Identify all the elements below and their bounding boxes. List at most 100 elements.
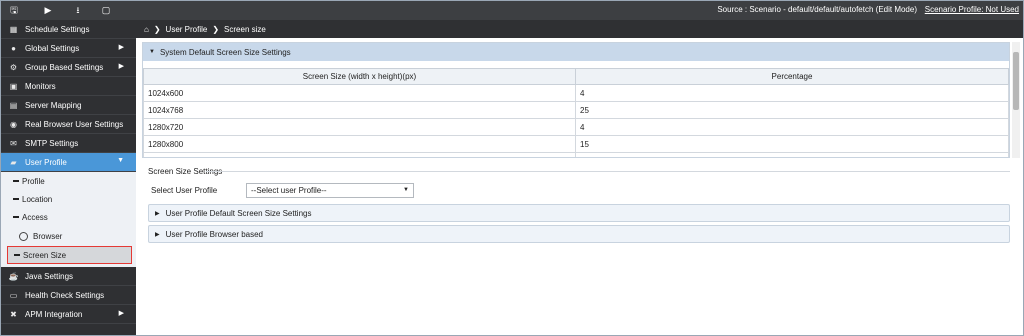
dash-icon bbox=[13, 180, 19, 182]
dash-icon bbox=[14, 254, 20, 256]
table-cell: 1280x800 bbox=[143, 135, 576, 153]
accordion-label: User Profile Browser based bbox=[165, 229, 263, 239]
user-profile-submenu: Profile Location Access Browser Screen S… bbox=[1, 172, 136, 267]
divider bbox=[206, 171, 1010, 172]
default-screen-size-panel: ▼ System Default Screen Size Settings Sc… bbox=[142, 42, 1010, 158]
app-window: 🖫 ▶ ⭳ ▢ Source : Scenario - default/defa… bbox=[0, 0, 1024, 336]
chevron-right-icon: ❯ bbox=[153, 24, 161, 34]
sidebar-item-server-mapping[interactable]: ▤ Server Mapping bbox=[1, 96, 136, 115]
table-row[interactable]: 1024x768 25 bbox=[143, 101, 1009, 119]
submenu-item-access[interactable]: Access bbox=[1, 208, 136, 226]
sidebar-item-schedule-settings[interactable]: ▦ Schedule Settings bbox=[1, 20, 136, 39]
save-icon[interactable]: 🖫 bbox=[7, 4, 21, 17]
balloon-icon: ● bbox=[11, 43, 16, 53]
table-cell: 15 bbox=[575, 135, 1009, 153]
accordion-default-screen-size[interactable]: ▶ User Profile Default Screen Size Setti… bbox=[148, 204, 1010, 222]
sidebar-item-label: Real Browser User Settings bbox=[25, 119, 124, 129]
column-header[interactable]: Screen Size (width x height)(px) bbox=[143, 68, 576, 85]
sidebar-item-health-check-settings[interactable]: ▭ Health Check Settings bbox=[1, 286, 136, 305]
table-row[interactable]: 1280x800 15 bbox=[143, 135, 1009, 153]
sidebar-item-label: Health Check Settings bbox=[25, 290, 105, 300]
play-icon[interactable]: ▶ bbox=[41, 4, 55, 17]
breadcrumb-item[interactable]: User Profile bbox=[166, 25, 208, 34]
table-cell: 4 bbox=[575, 84, 1009, 102]
submenu-item-label: Profile bbox=[22, 176, 45, 186]
calendar-icon: ▦ bbox=[9, 24, 18, 34]
submenu-item-location[interactable]: Location bbox=[1, 190, 136, 208]
table-cell: 4 bbox=[575, 118, 1009, 136]
download-icon[interactable]: ⭳ bbox=[71, 4, 85, 17]
mail-icon: ✉ bbox=[10, 138, 17, 148]
sidebar-item-monitors[interactable]: ▣ Monitors bbox=[1, 77, 136, 96]
column-header[interactable]: Percentage bbox=[575, 68, 1009, 85]
scrollbar-thumb[interactable] bbox=[1013, 52, 1019, 110]
accordion-browser-based[interactable]: ▶ User Profile Browser based bbox=[148, 225, 1010, 243]
main-content: ▼ System Default Screen Size Settings Sc… bbox=[136, 38, 1023, 335]
breadcrumb: ⌂ ❯ User Profile ❯ Screen size bbox=[136, 20, 1023, 38]
chevron-right-icon: ▶ bbox=[118, 63, 124, 70]
table-cell: 25 bbox=[575, 101, 1009, 119]
folder-icon: ▰ bbox=[10, 157, 17, 167]
sidebar-item-label: User Profile bbox=[25, 157, 67, 167]
sidebar-item-global-settings[interactable]: ● Global Settings ▶ bbox=[1, 39, 136, 58]
breadcrumb-item-current: Screen size bbox=[224, 24, 266, 34]
sidebar-item-group-based-settings[interactable]: ⚙ Group Based Settings ▶ bbox=[1, 58, 136, 77]
sidebar-item-label: Server Mapping bbox=[25, 100, 82, 110]
table-row[interactable]: 1280x720 4 bbox=[143, 118, 1009, 136]
chevron-right-icon: ▶ bbox=[118, 44, 124, 51]
health-monitor-icon: ▭ bbox=[9, 290, 18, 300]
source-text: Source : Scenario - default/default/auto… bbox=[717, 5, 917, 14]
sidebar-item-user-profile[interactable]: ▰ User Profile ▼ bbox=[1, 153, 136, 172]
note-icon[interactable]: ▢ bbox=[99, 4, 113, 17]
coffee-icon: ☕ bbox=[8, 271, 19, 281]
dash-icon bbox=[13, 216, 19, 218]
triangle-right-icon: ▶ bbox=[155, 210, 160, 217]
sidebar-item-label: APM Integration bbox=[25, 309, 83, 319]
table-cell: 10 bbox=[575, 152, 1009, 157]
tools-icon: ✖ bbox=[10, 309, 17, 319]
gear-icon: ⚙ bbox=[9, 62, 18, 72]
sidebar-item-label: Schedule Settings bbox=[25, 24, 90, 34]
sidebar-item-smtp-settings[interactable]: ✉ SMTP Settings bbox=[1, 134, 136, 153]
table-row[interactable]: 1024x600 4 bbox=[143, 84, 1009, 102]
submenu-item-profile[interactable]: Profile bbox=[1, 172, 136, 190]
sidebar-item-label: Monitors bbox=[25, 81, 56, 91]
submenu-item-label: Screen Size bbox=[23, 250, 67, 260]
table-cell: 1024x600 bbox=[143, 84, 576, 102]
user-profile-select[interactable]: --Select user Profile-- ▼ bbox=[246, 183, 414, 198]
submenu-item-label: Location bbox=[22, 194, 53, 204]
sidebar-item-apm-integration[interactable]: ✖ APM Integration ▶ bbox=[1, 305, 136, 324]
monitor-icon: ▣ bbox=[9, 81, 18, 91]
chevron-right-icon: ▶ bbox=[118, 310, 124, 317]
top-toolbar: 🖫 ▶ ⭳ ▢ Source : Scenario - default/defa… bbox=[1, 1, 1023, 20]
triangle-down-icon: ▼ bbox=[149, 49, 155, 55]
sidebar-item-label: Java Settings bbox=[25, 271, 74, 281]
scenario-profile-link[interactable]: Scenario Profile: Not Used bbox=[925, 5, 1019, 14]
server-icon: ▤ bbox=[9, 100, 18, 110]
table-cell: 1024x768 bbox=[143, 101, 576, 119]
sidebar-item-label: SMTP Settings bbox=[25, 138, 79, 148]
sidebar-item-label: Global Settings bbox=[25, 43, 80, 53]
select-value: --Select user Profile-- bbox=[251, 186, 327, 195]
balloon-icon bbox=[19, 231, 28, 241]
table-cell: 1280x720 bbox=[143, 118, 576, 136]
vertical-scrollbar[interactable] bbox=[1012, 42, 1020, 158]
submenu-item-label: Access bbox=[22, 212, 48, 222]
table-row[interactable]: 1280x1024 10 bbox=[143, 152, 1009, 157]
select-user-profile-label: Select User Profile bbox=[151, 186, 218, 195]
submenu-item-screen-size[interactable]: Screen Size bbox=[7, 246, 132, 264]
dash-icon bbox=[13, 198, 19, 200]
submenu-item-browser[interactable]: Browser bbox=[1, 226, 136, 246]
panel-title: System Default Screen Size Settings bbox=[159, 47, 291, 57]
sidebar-item-label: Group Based Settings bbox=[25, 62, 104, 72]
sidebar-item-real-browser-user-settings[interactable]: ◉ Real Browser User Settings bbox=[1, 115, 136, 134]
home-icon[interactable]: ⌂ bbox=[144, 25, 149, 34]
table-cell: 1280x1024 bbox=[143, 152, 576, 157]
sidebar: ▦ Schedule Settings ● Global Settings ▶ … bbox=[1, 20, 136, 335]
panel-header[interactable]: ▼ System Default Screen Size Settings bbox=[143, 43, 1009, 61]
caret-down-icon: ▼ bbox=[403, 187, 409, 193]
chevron-right-icon: ❯ bbox=[212, 24, 220, 34]
browser-globe-icon: ◉ bbox=[10, 119, 17, 129]
screen-size-table: Screen Size (width x height)(px) Percent… bbox=[143, 68, 1009, 157]
sidebar-item-java-settings[interactable]: ☕ Java Settings bbox=[1, 267, 136, 286]
